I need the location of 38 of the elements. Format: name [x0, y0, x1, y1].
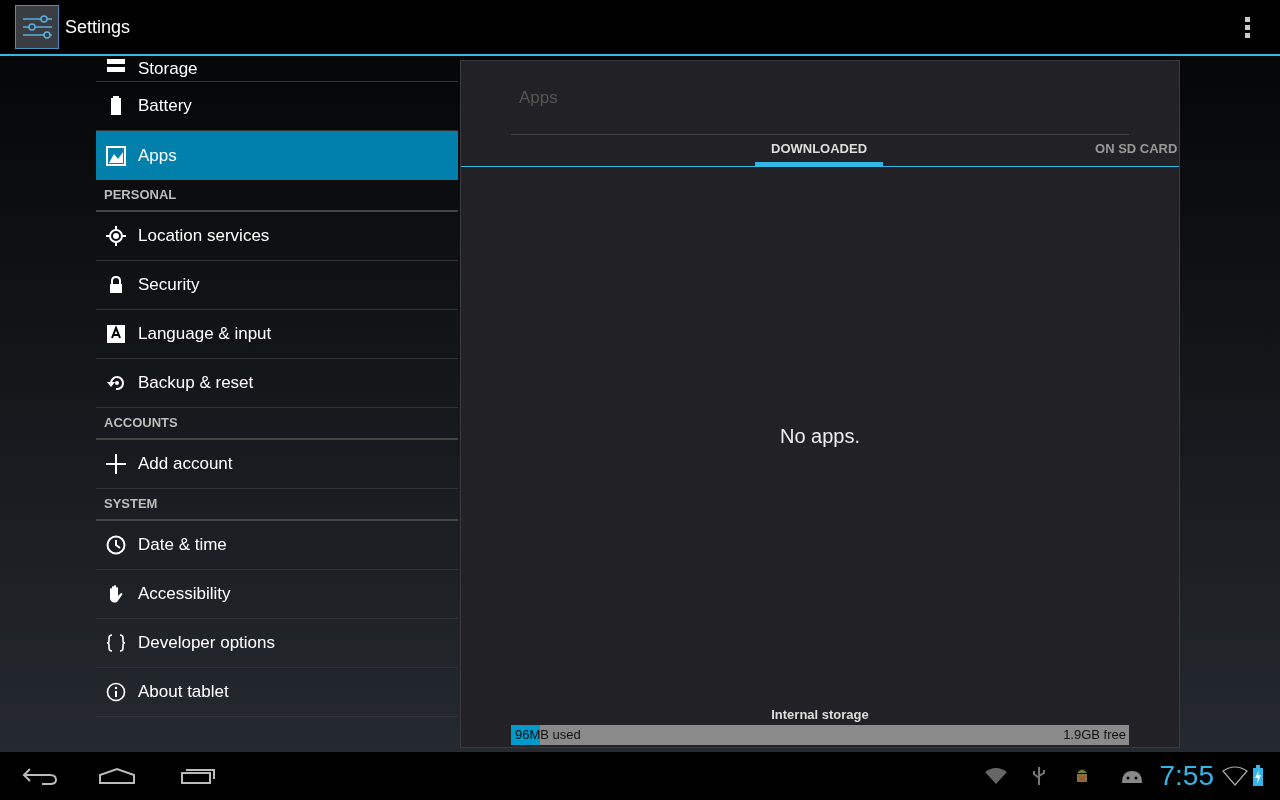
restore-icon	[106, 373, 126, 393]
free-text: 1.9GB free	[1063, 726, 1126, 745]
keyboard-letter-icon	[106, 324, 126, 344]
settings-item[interactable]: Security	[96, 261, 458, 310]
overflow-menu-icon[interactable]	[1243, 14, 1252, 40]
plus-icon	[106, 454, 126, 474]
wifi-question-icon	[983, 767, 1008, 785]
home-icon[interactable]	[98, 767, 136, 785]
empty-message: No apps.	[779, 423, 861, 449]
settings-icon[interactable]	[15, 5, 59, 49]
tab[interactable]: ON SD CARD	[1079, 138, 1180, 166]
settings-item[interactable]: Language & input	[96, 310, 458, 359]
info-icon	[106, 682, 126, 702]
app-title: Settings	[65, 15, 131, 39]
location-icon	[106, 226, 126, 246]
clock-text: 7:55	[1159, 759, 1214, 793]
usb-icon	[1031, 766, 1046, 786]
recent-apps-icon[interactable]	[180, 767, 216, 785]
braces-icon	[106, 633, 126, 653]
settings-item[interactable]: Date & time	[96, 521, 458, 570]
picture-frame-icon	[106, 145, 126, 166]
settings-item[interactable]: Backup & reset	[96, 359, 458, 408]
tab[interactable]: DOWNLOADED	[755, 138, 884, 166]
section-header: PERSONAL	[104, 185, 177, 204]
settings-item[interactable]: Apps	[96, 131, 458, 180]
settings-item[interactable]: Location services	[96, 212, 458, 261]
battery-charging-icon	[1252, 765, 1264, 787]
section-header: ACCOUNTS	[104, 413, 178, 432]
section-header: SYSTEM	[104, 494, 158, 513]
settings-item[interactable]: Add account	[96, 440, 458, 489]
storage-label: Internal storage	[771, 705, 869, 724]
wifi-icon	[1222, 766, 1248, 786]
clock-icon	[106, 535, 126, 555]
settings-item[interactable]: Developer options	[96, 619, 458, 668]
settings-item[interactable]: Storage	[96, 56, 458, 82]
back-icon[interactable]	[22, 766, 58, 786]
settings-item[interactable]: Accessibility	[96, 570, 458, 619]
settings-item[interactable]: About tablet	[96, 668, 458, 717]
